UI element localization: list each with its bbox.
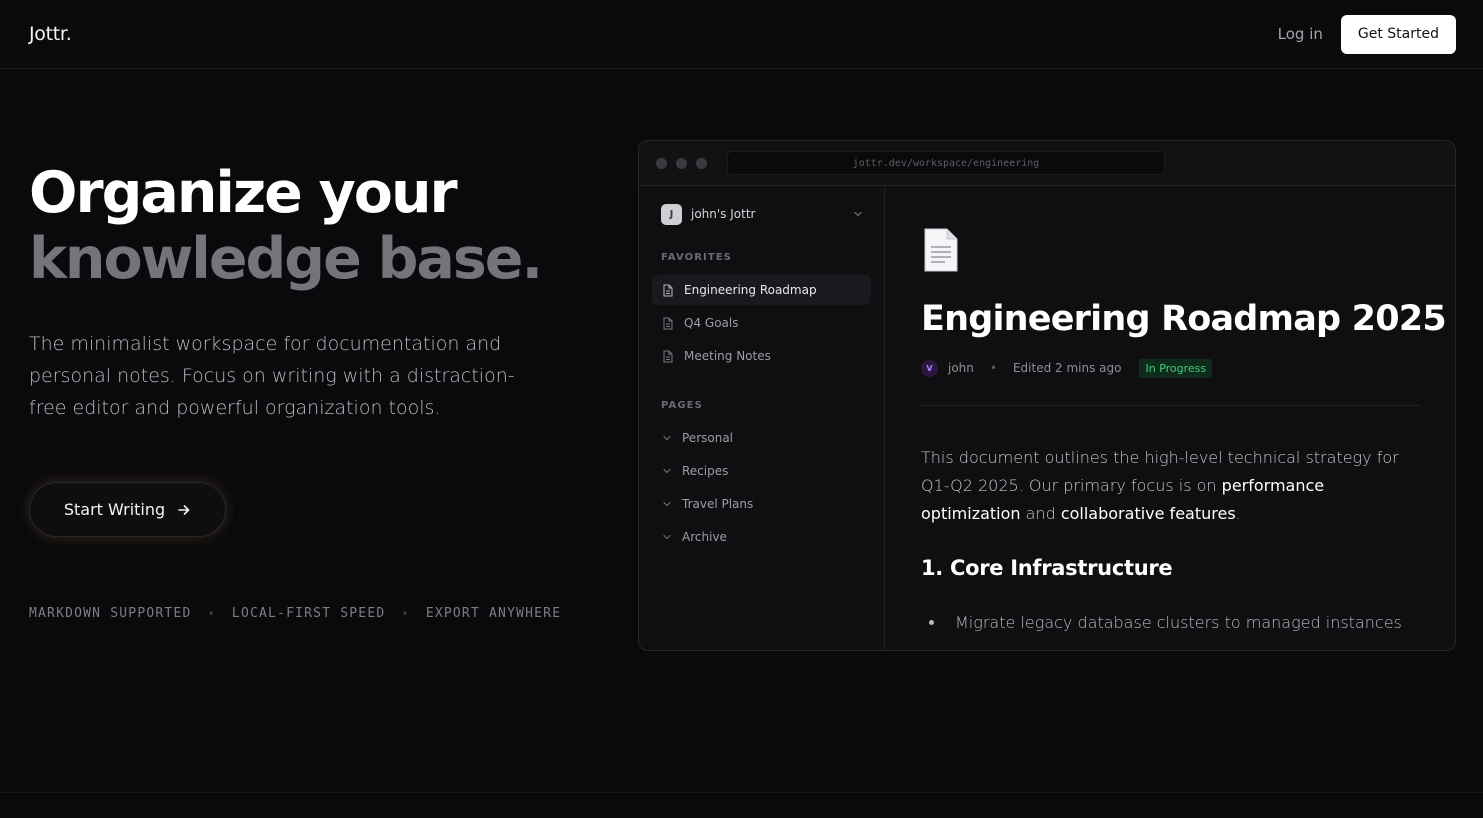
nav-actions: Log in Get Started <box>1278 14 1456 54</box>
favorites-label: FAVORITES <box>661 252 732 263</box>
section-heading: 1. Core Infrastructure <box>921 556 1173 580</box>
window-dot-minimize <box>676 157 687 169</box>
page-document-icon <box>924 228 958 272</box>
feature-local-first: LOCAL-FIRST SPEED <box>231 606 386 621</box>
paragraph-text: . <box>1235 504 1241 523</box>
list-item: Migrate legacy database clusters to mana… <box>921 613 1420 632</box>
window-dot-close <box>656 157 667 169</box>
window-title-bar: jottr.dev/workspace/engineering <box>639 141 1455 186</box>
hero-title: Organize your knowledge base. <box>29 160 589 292</box>
sidebar-item-personal[interactable]: Personal <box>652 423 871 453</box>
sidebar-item-label: Q4 Goals <box>684 316 739 330</box>
footer-divider <box>0 792 1483 793</box>
chevron-down-icon <box>663 534 671 540</box>
chevron-down-icon <box>663 501 671 507</box>
author-name: john <box>948 361 974 375</box>
document-icon <box>663 317 673 329</box>
document-icon <box>663 350 673 362</box>
feature-markdown: MARKDOWN SUPPORTED <box>29 606 192 621</box>
sidebar-item-label: Meeting Notes <box>684 349 771 363</box>
workspace-avatar: J <box>661 203 682 225</box>
arrow-right-icon <box>178 504 190 515</box>
sidebar-item-label: Recipes <box>682 464 729 478</box>
author-avatar: V <box>921 359 938 377</box>
app-preview-window: jottr.dev/workspace/engineering J john's… <box>638 140 1456 651</box>
meta-separator: • <box>989 361 997 375</box>
chevron-down-icon <box>663 435 671 441</box>
paragraph-text: and <box>1020 504 1061 523</box>
sidebar-item-meeting-notes[interactable]: Meeting Notes <box>652 341 871 371</box>
document-editor[interactable]: Engineering Roadmap 2025 V john • Edited… <box>885 186 1455 650</box>
document-icon <box>663 284 673 296</box>
paragraph-bold-text: collaborative features <box>1060 504 1236 523</box>
list-item-text: Migrate legacy database clusters to mana… <box>955 613 1402 632</box>
feature-export: EXPORT ANYWHERE <box>425 606 562 621</box>
top-nav: Jottr. Log in Get Started <box>0 0 1483 69</box>
pages-label: PAGES <box>661 400 703 411</box>
workspace-name: john's Jottr <box>691 207 756 221</box>
chevron-down-icon <box>854 211 862 217</box>
sidebar-item-q4-goals[interactable]: Q4 Goals <box>652 308 871 338</box>
address-bar[interactable]: jottr.dev/workspace/engineering <box>727 151 1165 175</box>
status-badge[interactable]: In Progress <box>1139 358 1213 378</box>
sidebar-item-label: Personal <box>682 431 734 445</box>
document-title[interactable]: Engineering Roadmap 2025 <box>921 297 1447 341</box>
logo[interactable]: Jottr. <box>29 23 72 45</box>
window-body: J john's Jottr FAVORITES Engineering Roa… <box>639 186 1455 650</box>
hero-title-line-2: knowledge base. <box>29 226 543 292</box>
start-writing-label: Start Writing <box>63 500 166 519</box>
feature-separator-dot: • <box>401 606 410 621</box>
app-sidebar: J john's Jottr FAVORITES Engineering Roa… <box>639 186 885 650</box>
chevron-down-icon <box>663 468 671 474</box>
hero-subtitle: The minimalist workspace for documentati… <box>29 333 515 419</box>
feature-separator-dot: • <box>207 606 216 621</box>
login-link[interactable]: Log in <box>1278 25 1323 43</box>
paragraph-text: This document outlines the high-level te… <box>921 448 1399 495</box>
sidebar-item-travel-plans[interactable]: Travel Plans <box>652 489 871 519</box>
sidebar-item-archive[interactable]: Archive <box>652 522 871 552</box>
feature-list: MARKDOWN SUPPORTED • LOCAL-FIRST SPEED •… <box>29 606 561 621</box>
sidebar-item-label: Archive <box>682 530 727 544</box>
get-started-button[interactable]: Get Started <box>1340 14 1456 54</box>
bullet-dot <box>929 620 934 625</box>
document-meta: V john • Edited 2 mins ago In Progress <box>921 357 1420 379</box>
sidebar-item-label: Engineering Roadmap <box>684 283 817 297</box>
sidebar-item-engineering-roadmap[interactable]: Engineering Roadmap <box>652 275 871 305</box>
window-dot-maximize <box>696 157 707 169</box>
start-writing-button[interactable]: Start Writing <box>29 482 226 537</box>
edited-timestamp: Edited 2 mins ago <box>1012 361 1122 375</box>
hero-section: Organize your knowledge base. The minima… <box>29 160 589 424</box>
divider <box>921 405 1420 406</box>
hero-title-line-1: Organize your <box>29 160 458 226</box>
sidebar-item-recipes[interactable]: Recipes <box>652 456 871 486</box>
workspace-switcher[interactable]: J john's Jottr <box>652 202 871 226</box>
document-paragraph: This document outlines the high-level te… <box>921 444 1420 528</box>
sidebar-item-label: Travel Plans <box>682 497 754 511</box>
